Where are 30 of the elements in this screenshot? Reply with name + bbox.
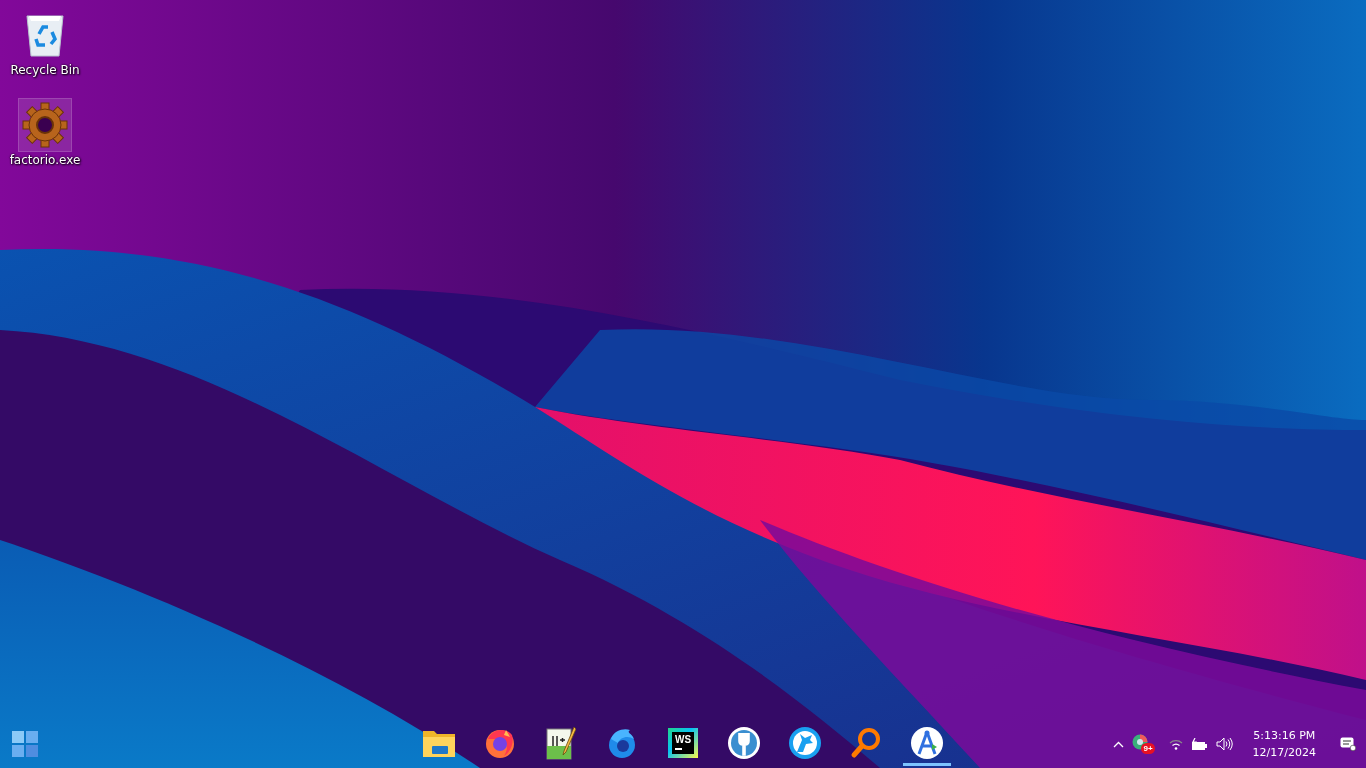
- wifi-icon: [1168, 738, 1183, 750]
- notification-icon: [1340, 737, 1356, 751]
- battery-charging-icon: [1190, 737, 1208, 751]
- chevron-up-icon: [1112, 740, 1124, 748]
- taskbar-app-button[interactable]: WS: [659, 722, 707, 766]
- bird-globe-icon: [606, 726, 638, 759]
- notification-count: 9+: [1141, 743, 1155, 754]
- fork-icon: [727, 725, 761, 760]
- show-hidden-icons-button[interactable]: [1112, 740, 1124, 748]
- windows-logo-icon: [12, 731, 38, 757]
- battery-button[interactable]: [1190, 737, 1208, 751]
- volume-button[interactable]: [1215, 737, 1233, 751]
- recycle-bin-icon: [25, 12, 65, 58]
- gear-icon: [22, 102, 68, 148]
- wolf-icon: [788, 725, 822, 760]
- desktop-icon-label: factorio.exe: [9, 153, 81, 167]
- clock-time: 5:13:16 PM: [1253, 728, 1316, 744]
- wifi-button[interactable]: [1168, 738, 1183, 750]
- notepad-icon: [546, 725, 576, 760]
- notifications-button[interactable]: [1340, 737, 1356, 751]
- clock-button[interactable]: 5:13:16 PM 12/17/2024: [1246, 726, 1322, 762]
- start-button[interactable]: [12, 731, 38, 757]
- ws-logo-icon: WS: [668, 727, 698, 758]
- tray-app-button[interactable]: 9+: [1131, 734, 1155, 754]
- desktop-shortcut[interactable]: [19, 99, 71, 151]
- magnifier-icon: [850, 726, 882, 759]
- compass-icon: [910, 725, 944, 760]
- speaker-icon: [1215, 737, 1233, 751]
- clock-date: 12/17/2024: [1252, 745, 1316, 761]
- desktop-icon-label: Recycle Bin: [10, 63, 80, 77]
